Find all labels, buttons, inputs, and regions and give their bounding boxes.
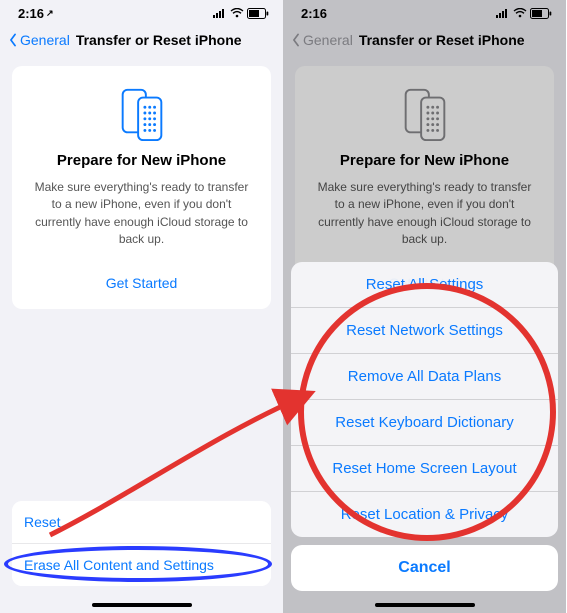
action-sheet: Reset All Settings Reset Network Setting… — [291, 262, 558, 591]
back-button[interactable]: General — [20, 32, 70, 48]
phone-screenshot-right: 2:16 General Transfer or Reset iPhone — [283, 0, 566, 613]
home-indicator[interactable] — [375, 603, 475, 607]
card-body: Make sure everything's ready to transfer… — [26, 179, 257, 249]
erase-all-row[interactable]: Erase All Content and Settings — [12, 543, 271, 586]
page-title: Transfer or Reset iPhone — [76, 32, 242, 48]
status-bar: 2:16 ↗ — [0, 0, 283, 26]
cancel-button[interactable]: Cancel — [291, 545, 558, 591]
cellular-signal-icon — [213, 8, 227, 18]
reset-location-privacy[interactable]: Reset Location & Privacy — [291, 491, 558, 537]
reset-network-settings[interactable]: Reset Network Settings — [291, 307, 558, 353]
reset-home-screen-layout[interactable]: Reset Home Screen Layout — [291, 445, 558, 491]
reset-all-settings[interactable]: Reset All Settings — [291, 262, 558, 307]
location-arrow-icon: ↗ — [46, 8, 54, 19]
reset-row[interactable]: Reset — [12, 501, 271, 543]
prepare-card: Prepare for New iPhone Make sure everyth… — [12, 66, 271, 309]
back-chevron-icon[interactable] — [6, 33, 20, 47]
action-sheet-group: Reset All Settings Reset Network Setting… — [291, 262, 558, 537]
nav-bar: General Transfer or Reset iPhone — [0, 26, 283, 58]
two-phones-icon — [26, 84, 257, 142]
bottom-options-list: Reset Erase All Content and Settings — [12, 501, 271, 586]
home-indicator[interactable] — [92, 603, 192, 607]
status-time: 2:16 — [18, 6, 44, 21]
wifi-icon — [230, 8, 244, 18]
get-started-button[interactable]: Get Started — [26, 265, 257, 295]
reset-keyboard-dictionary[interactable]: Reset Keyboard Dictionary — [291, 399, 558, 445]
card-heading: Prepare for New iPhone — [26, 152, 257, 169]
remove-all-data-plans[interactable]: Remove All Data Plans — [291, 353, 558, 399]
phone-screenshot-left: 2:16 ↗ General Transfer or Reset iPhone — [0, 0, 283, 613]
battery-icon — [247, 8, 269, 19]
